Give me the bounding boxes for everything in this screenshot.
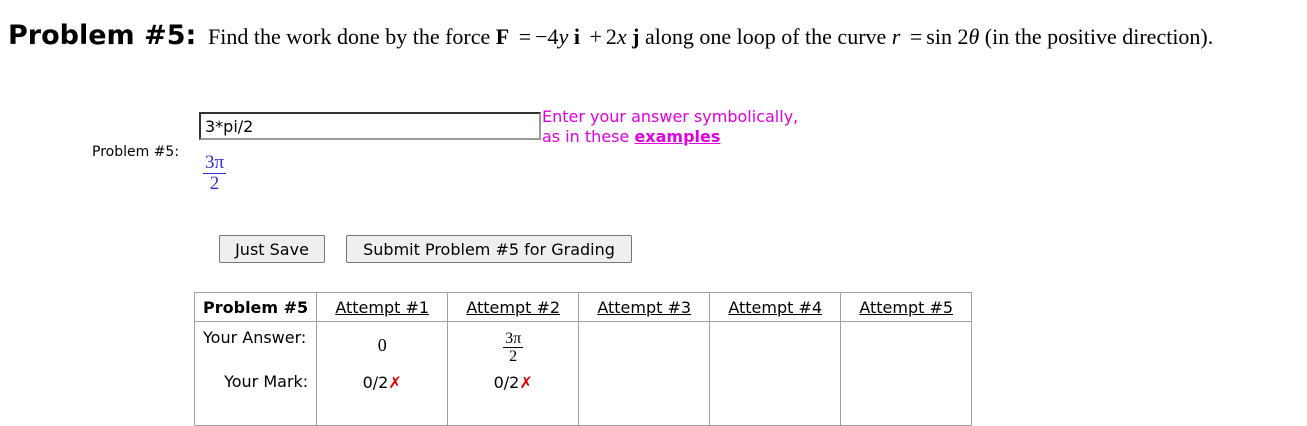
attempt-2-mark: 0/2✗ <box>447 369 580 426</box>
hint-line-1: Enter your answer symbolically, <box>542 107 799 126</box>
attempt-5-header: Attempt #5 <box>840 292 973 322</box>
attempt-2-header: Attempt #2 <box>447 292 580 322</box>
your-mark-label: Your Mark: <box>193 369 318 426</box>
attempt-3-mark <box>578 369 711 426</box>
attempts-table: Problem #5 Attempt #1 Attempt #2 Attempt… <box>193 292 973 426</box>
your-answer-row: Your Answer: 0 3π 2 <box>193 321 973 370</box>
attempt-1-mark: 0/2✗ <box>316 369 449 426</box>
attempts-header-problem: Problem #5 <box>193 292 318 322</box>
attempt-4-answer <box>709 321 842 370</box>
attempt-1-answer: 0 <box>316 321 449 370</box>
attempt-4-link[interactable]: Attempt #4 <box>728 298 822 317</box>
preview-numerator: 3π <box>203 152 227 174</box>
attempt-2-answer: 3π 2 <box>447 321 580 370</box>
attempt-4-mark <box>709 369 842 426</box>
answer-preview: 3π 2 <box>203 152 227 194</box>
your-mark-row: Your Mark: 0/2✗ 0/2✗ <box>193 369 973 426</box>
just-save-button[interactable]: Just Save <box>219 235 325 263</box>
attempt-5-link[interactable]: Attempt #5 <box>859 298 953 317</box>
attempt-3-answer <box>578 321 711 370</box>
attempt-3-header: Attempt #3 <box>578 292 711 322</box>
attempt-2-numerator: 3π <box>503 330 524 349</box>
wrong-icon: ✗ <box>519 372 533 392</box>
attempt-5-mark <box>840 369 973 426</box>
your-answer-label: Your Answer: <box>193 321 318 370</box>
examples-link[interactable]: examples <box>634 127 720 146</box>
problem-title: Problem #5: <box>8 20 197 51</box>
attempt-4-header: Attempt #4 <box>709 292 842 322</box>
problem-side-label: Problem #5: <box>92 144 180 160</box>
hint-line-2: as in these examples <box>542 127 721 146</box>
attempt-3-link[interactable]: Attempt #3 <box>597 298 691 317</box>
attempt-2-link[interactable]: Attempt #2 <box>466 298 560 317</box>
problem-statement: Find the work done by the force F = −4y i… <box>208 24 1214 49</box>
preview-denominator: 2 <box>209 173 220 194</box>
attempts-header-row: Problem #5 Attempt #1 Attempt #2 Attempt… <box>193 292 973 322</box>
attempt-2-denominator: 2 <box>509 348 518 366</box>
answer-input[interactable] <box>199 112 541 140</box>
wrong-icon: ✗ <box>388 372 402 392</box>
attempt-1-link[interactable]: Attempt #1 <box>335 298 429 317</box>
submit-grading-button[interactable]: Submit Problem #5 for Grading <box>346 235 632 263</box>
answer-hint: Enter your answer symbolically, as in th… <box>542 107 798 147</box>
attempt-5-answer <box>840 321 973 370</box>
attempt-1-header: Attempt #1 <box>316 292 449 322</box>
